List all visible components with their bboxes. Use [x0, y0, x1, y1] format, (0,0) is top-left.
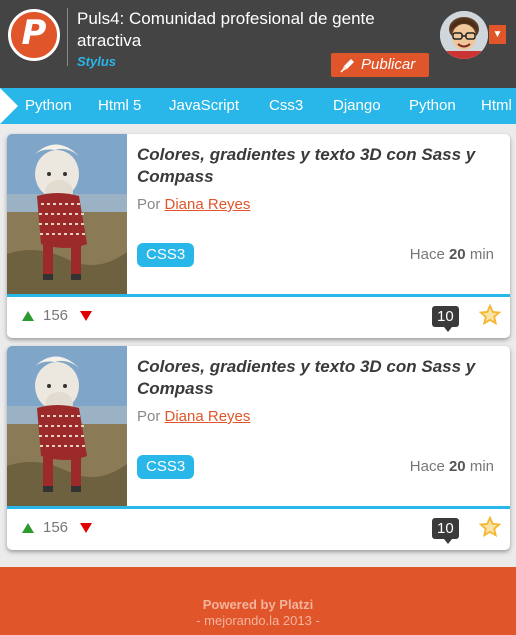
app-header: P Puls4: Comunidad profesional de gente …: [0, 0, 516, 88]
header-divider: [67, 8, 68, 66]
vote-up-icon[interactable]: [22, 311, 34, 321]
star-icon[interactable]: [479, 304, 501, 326]
byline-label: Por: [137, 196, 161, 213]
post-time: Hace 20 min: [410, 458, 494, 475]
user-avatar[interactable]: [440, 11, 488, 59]
vote-down-icon[interactable]: [80, 311, 92, 321]
category-tabs: Python Html 5 JavaScript Css3 Django Pyt…: [0, 88, 516, 124]
site-title[interactable]: Puls4: Comunidad profesional de gente at…: [77, 8, 417, 52]
post-title[interactable]: Colores, gradientes y texto 3D con Sass …: [137, 356, 502, 400]
vote-up-icon[interactable]: [22, 523, 34, 533]
byline-label: Por: [137, 408, 161, 425]
user-menu-chevron-down-icon[interactable]: ▼: [489, 25, 506, 44]
publish-button[interactable]: Publicar: [331, 53, 429, 77]
page-footer: Powered by Platzi - mejorando.la 2013 -: [0, 567, 516, 635]
post-thumbnail[interactable]: [7, 134, 127, 294]
tab-python[interactable]: Python: [25, 97, 72, 114]
vote-down-icon[interactable]: [80, 523, 92, 533]
time-unit: min: [469, 458, 494, 475]
vote-count: 156: [43, 307, 69, 324]
publish-label: Publicar: [361, 56, 416, 73]
post-title[interactable]: Colores, gradientes y texto 3D con Sass …: [137, 144, 502, 188]
tab-html5[interactable]: Html 5: [98, 97, 141, 114]
tab-html[interactable]: Html: [481, 97, 512, 114]
time-prefix: Hace: [409, 458, 445, 475]
star-icon[interactable]: [479, 516, 501, 538]
tab-javascript[interactable]: JavaScript: [169, 97, 239, 114]
tab-django[interactable]: Django: [333, 97, 381, 114]
post-card: Colores, gradientes y texto 3D con Sass …: [7, 134, 510, 338]
tab-css3[interactable]: Css3: [269, 97, 303, 114]
post-tag[interactable]: CSS3: [137, 455, 195, 479]
post-card: Colores, gradientes y texto 3D con Sass …: [7, 346, 510, 550]
comment-count-badge[interactable]: 10: [432, 518, 459, 544]
post-thumbnail[interactable]: [7, 346, 127, 506]
card-divider: [7, 294, 510, 297]
tab-python-2[interactable]: Python: [409, 97, 456, 114]
powered-by[interactable]: Powered by Platzi: [0, 597, 516, 612]
logo-letter: P: [21, 13, 47, 53]
author-link[interactable]: Diana Reyes: [165, 408, 251, 425]
post-tag[interactable]: CSS3: [137, 243, 195, 267]
time-unit: min: [469, 246, 494, 263]
vote-count: 156: [43, 519, 69, 536]
card-divider: [7, 506, 510, 509]
site-logo[interactable]: P: [8, 9, 60, 61]
post-time: Hace 20 min: [410, 246, 494, 263]
time-prefix: Hace: [409, 246, 445, 263]
author-link[interactable]: Diana Reyes: [165, 196, 251, 213]
site-subtitle: Stylus: [77, 54, 117, 69]
post-byline: Por Diana Reyes: [137, 196, 250, 213]
post-byline: Por Diana Reyes: [137, 408, 250, 425]
pen-icon: [340, 59, 354, 73]
tabs-notch: [0, 88, 18, 124]
copyright: - mejorando.la 2013 -: [196, 613, 320, 628]
time-value: 20: [448, 458, 466, 475]
time-value: 20: [448, 246, 466, 263]
comment-count-badge[interactable]: 10: [432, 306, 459, 332]
